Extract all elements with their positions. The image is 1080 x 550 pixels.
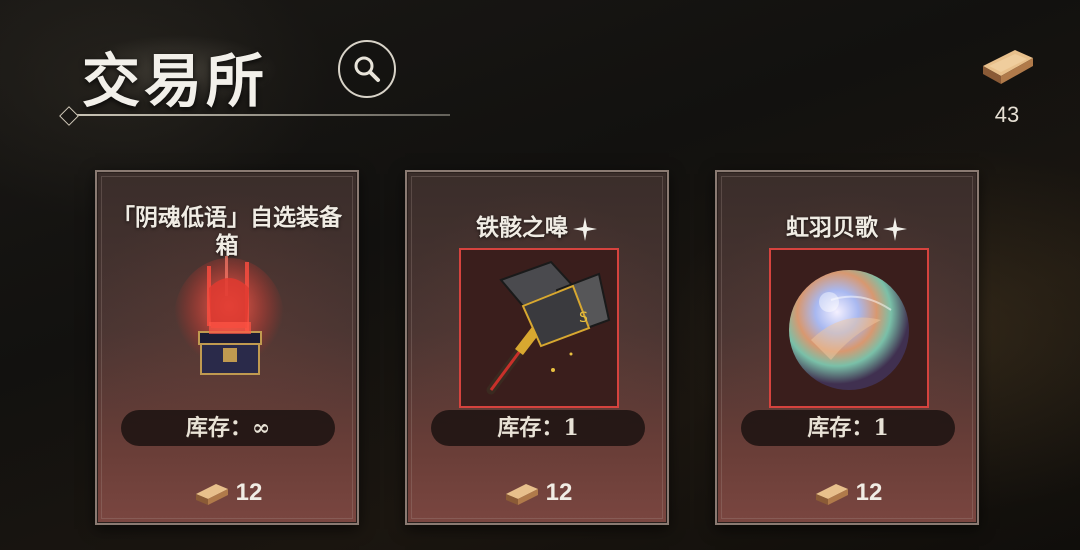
item-price[interactable]: 12 (407, 478, 667, 515)
price-amount: 12 (855, 479, 883, 506)
gold-ingot-icon (983, 50, 1033, 84)
equipment-chest-icon (174, 256, 284, 378)
item-stock: 库存：1 (741, 410, 955, 446)
item-name-row: 铁骸之嗥 (407, 214, 667, 242)
gold-ingot-icon (195, 484, 228, 505)
price-amount: 12 (235, 479, 263, 506)
gold-ingot-icon (815, 484, 848, 505)
price-amount: 12 (545, 479, 573, 506)
currency-amount: 43 (994, 102, 1020, 127)
sparkle-icon (883, 217, 907, 241)
item-stock: 库存：1 (431, 410, 645, 446)
item-name: 铁骸之嗥 (476, 214, 568, 241)
page-title: 交易所 (82, 47, 269, 115)
currency-display: 43 (975, 36, 1039, 136)
item-stock: 库存：∞ (121, 410, 335, 446)
iridescent-orb-icon (771, 250, 927, 406)
gold-ingot-icon (505, 484, 538, 505)
search-icon (354, 56, 380, 82)
item-price[interactable]: 12 (97, 478, 357, 515)
item-name: 虹羽贝歌 (786, 214, 878, 241)
item-price[interactable]: 12 (717, 478, 977, 515)
item-art-chest (149, 248, 309, 408)
page-header: 交易所 (59, 20, 460, 126)
shop-item-card[interactable]: 「阴魂低语」自选装备箱 库存：∞ 12 (95, 170, 359, 525)
item-name-row: 虹羽贝歌 (717, 214, 977, 242)
item-art-orb (769, 248, 929, 408)
war-hammer-icon: S (461, 250, 617, 406)
shop-item-card[interactable]: 虹羽贝歌 库存：1 12 (715, 170, 979, 525)
title-divider (70, 114, 450, 116)
search-button[interactable] (338, 40, 396, 98)
svg-text:S: S (579, 310, 588, 326)
shop-item-card[interactable]: 铁骸之嗥 S 库存：1 12 (405, 170, 669, 525)
item-art-hammer: S (459, 248, 619, 408)
sparkle-icon (573, 217, 597, 241)
